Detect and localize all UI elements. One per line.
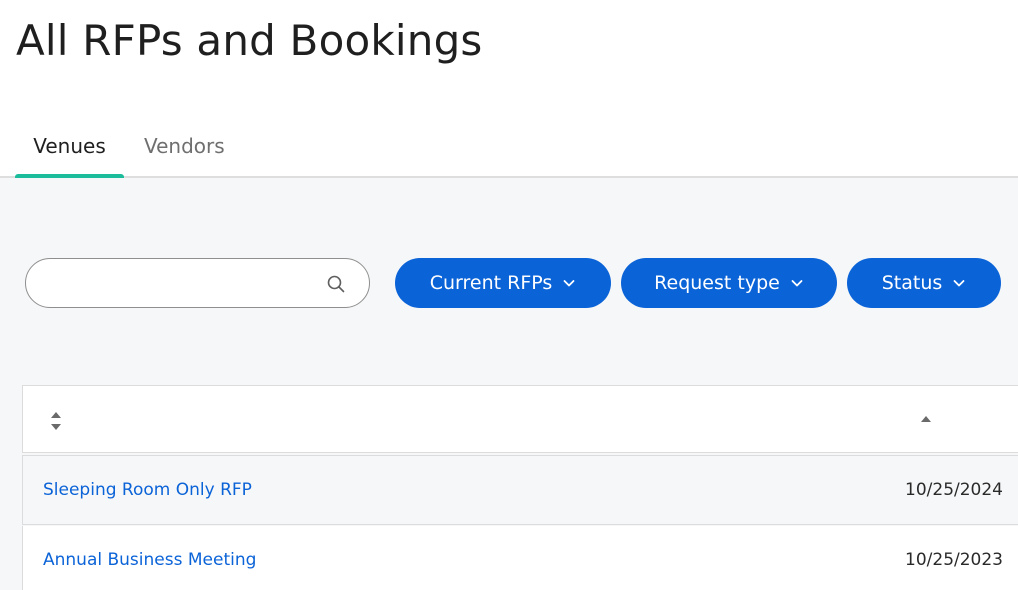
sort-icon[interactable]: [49, 410, 63, 432]
search-icon[interactable]: [326, 274, 346, 294]
chevron-down-icon: [563, 280, 575, 287]
content-area: Current RFPs Request type Status Sleepin…: [0, 178, 1018, 590]
table-row: Sleeping Room Only RFP 10/25/2024: [22, 455, 1018, 525]
rfp-table: Sleeping Room Only RFP 10/25/2024 Annual…: [22, 385, 1018, 590]
request-type-dropdown[interactable]: Request type: [621, 258, 837, 308]
sort-ascending-icon[interactable]: [919, 414, 933, 424]
tab-vendors-label: Vendors: [144, 134, 225, 158]
rfp-date: 10/25/2023: [905, 550, 1003, 570]
current-rfps-dropdown[interactable]: Current RFPs: [395, 258, 611, 308]
tab-vendors[interactable]: Vendors: [144, 134, 225, 158]
chevron-down-icon: [791, 280, 803, 287]
rfp-date: 10/25/2024: [905, 480, 1003, 500]
status-dropdown[interactable]: Status: [847, 258, 1001, 308]
tab-bar: Venues Vendors: [0, 120, 1018, 178]
search-input[interactable]: [44, 269, 324, 297]
table-header: [22, 385, 1018, 453]
tab-venues[interactable]: Venues: [15, 134, 124, 158]
tab-venues-label: Venues: [33, 134, 106, 158]
page-title: All RFPs and Bookings: [16, 16, 483, 65]
table-row: Annual Business Meeting 10/25/2023: [22, 526, 1018, 590]
search-box: [25, 258, 370, 308]
request-type-label: Request type: [654, 272, 780, 294]
status-label: Status: [881, 272, 943, 294]
rfp-name-link[interactable]: Sleeping Room Only RFP: [43, 480, 252, 500]
chevron-down-icon: [953, 280, 965, 287]
rfp-name-link[interactable]: Annual Business Meeting: [43, 550, 256, 570]
page: All RFPs and Bookings Venues Vendors Cur…: [0, 0, 1018, 590]
current-rfps-label: Current RFPs: [429, 272, 553, 294]
